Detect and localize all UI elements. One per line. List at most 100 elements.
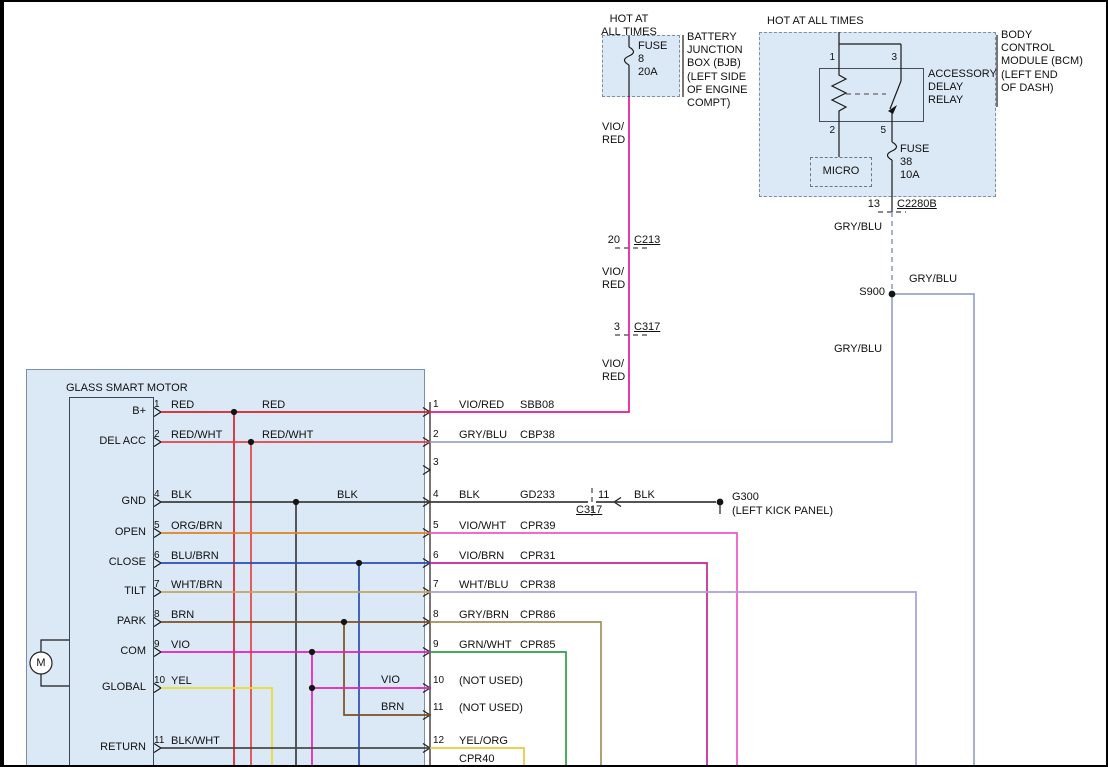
conn-pin-num: 5: [433, 520, 439, 532]
conn-circuit: SBB08: [520, 399, 554, 412]
motor-pin-num: 5: [154, 520, 160, 532]
conn-wire: (NOT USED): [459, 675, 523, 688]
g300-location: (LEFT KICK PANEL): [732, 505, 833, 518]
motor-pin-name: RETURN: [60, 741, 146, 754]
conn-wire: YEL/ORG: [459, 735, 508, 748]
relay-pin-3: 3: [884, 52, 897, 64]
conn-pin-num: 3: [433, 457, 439, 469]
motor-pin-num: 8: [154, 609, 160, 621]
conn-circuit: CPR40: [459, 753, 494, 766]
feed-wire-label-1: VIO/ RED: [602, 121, 625, 147]
motor-pin-wire: BLK/WHT: [171, 735, 220, 748]
motor-pin-num: 7: [154, 579, 160, 591]
motor-pin-name: B+: [60, 405, 146, 418]
motor-title: GLASS SMART MOTOR: [66, 382, 188, 395]
motor-pin-name: DEL ACC: [60, 435, 146, 448]
connector-arrows: [423, 408, 430, 753]
gry-blu-label-1: GRY/BLU: [834, 221, 882, 234]
motor-pin-wire: BLU/BRN: [171, 550, 219, 563]
motor-pin-wire: ORG/BRN: [171, 520, 222, 533]
blk-label-2: BLK: [337, 489, 358, 502]
wire-gry-blu: [430, 294, 974, 767]
c317-mid-name: C317: [576, 504, 602, 517]
relay-pin-2: 2: [822, 125, 835, 137]
wire-gry-brn: [430, 622, 601, 767]
conn-circuit: CPR38: [520, 579, 555, 592]
motor-pin-num: 6: [154, 550, 160, 562]
bjb-hot-label: HOT AT ALL TIMES: [601, 13, 657, 39]
wiring-diagram: HOT AT ALL TIMES FUSE 8 20A BATTERY JUNC…: [0, 0, 1108, 767]
relay-switch-symbol: [890, 68, 901, 122]
motor-pin-wire: VIO: [171, 639, 190, 652]
motor-m-label: M: [34, 657, 48, 670]
bcm-callout: BODY CONTROL MODULE (BCM) (LEFT END OF D…: [1001, 29, 1083, 95]
conn-wire: VIO/WHT: [459, 520, 506, 533]
wire-yel: [161, 688, 272, 767]
conn-wire: GRY/BRN: [459, 609, 509, 622]
motor-pin-wire: RED: [171, 399, 194, 412]
motor-pin-wire: WHT/BRN: [171, 579, 222, 592]
feed-wire-label-2: VIO/ RED: [602, 266, 625, 292]
wire-blk-motor: [161, 502, 430, 767]
gry-blu-label-2: GRY/BLU: [909, 273, 957, 286]
conn-circuit: GD233: [520, 489, 555, 502]
conn-pin-num: 7: [433, 579, 439, 591]
feed-wire-label-3: VIO/ RED: [602, 358, 625, 384]
motor-pin-name: GLOBAL: [60, 681, 146, 694]
c213-pin: 20: [598, 234, 620, 247]
fuse8-symbol: [625, 47, 634, 65]
conn-wire: WHT/BLU: [459, 579, 509, 592]
conn-pin-num: 12: [433, 735, 444, 747]
c317-top-pin: 3: [604, 321, 620, 334]
g300-name: G300: [732, 491, 759, 504]
motor-pin-wire: RED/WHT: [171, 429, 222, 442]
bcm-fuse-label: FUSE 38 10A: [900, 143, 929, 183]
s900-splice-dot: [889, 291, 896, 298]
conn-pin-num: 4: [433, 489, 439, 501]
conn-pin-num: 8: [433, 609, 439, 621]
bjb-callout: BATTERY JUNCTION BOX (BJB) (LEFT SIDE OF…: [687, 31, 748, 110]
conn-circuit: CPR31: [520, 550, 555, 563]
motor-pin-wire: YEL: [171, 675, 192, 688]
conn-wire: BLK: [459, 489, 480, 502]
motor-pin-num: 10: [154, 675, 165, 687]
motor-pin-name: OPEN: [60, 526, 146, 539]
motor-pin-name: COM: [60, 645, 146, 658]
c2280b-name: C2280B: [897, 198, 937, 211]
conn-circuit: CPR85: [520, 639, 555, 652]
motor-pin-num: 2: [154, 429, 160, 441]
relay-pin-5: 5: [873, 125, 886, 137]
bcm-hot-label: HOT AT ALL TIMES: [767, 15, 864, 28]
c2280b-pin: 13: [860, 198, 880, 211]
s900-label: S900: [847, 286, 885, 299]
junction-dots: [231, 291, 896, 692]
motor-pin-num: 11: [154, 735, 164, 747]
wire-vio-red: [430, 97, 629, 412]
bjb-fuse-label: FUSE 8 20A: [638, 40, 667, 80]
c213-name: C213: [634, 234, 660, 247]
conn-pin-num: 11: [433, 702, 443, 714]
motor-pin-wire: BLK: [171, 489, 192, 502]
conn-wire: (NOT USED): [459, 702, 523, 715]
relay-pin-1: 1: [822, 52, 835, 64]
motor-pin-name: PARK: [60, 615, 146, 628]
conn-wire: VIO/BRN: [459, 550, 504, 563]
motor-pin-name: GND: [60, 495, 146, 508]
conn-pin-num: 9: [433, 639, 439, 651]
conn-wire: VIO/RED: [459, 399, 504, 412]
red-label-2: RED: [262, 399, 285, 412]
motor-pin-name: CLOSE: [60, 556, 146, 569]
red-wht-label-2: RED/WHT: [262, 429, 313, 442]
conn-wire: GRN/WHT: [459, 639, 512, 652]
brn-pass-label: BRN: [381, 701, 404, 714]
conn-pin-num: 6: [433, 550, 439, 562]
motor-pin-num: 9: [154, 639, 160, 651]
motor-pin-num: 1: [154, 399, 160, 411]
conn-pin-num: 10: [433, 675, 444, 687]
gry-blu-label-3: GRY/BLU: [834, 343, 882, 356]
relay-coil-symbol: [832, 68, 846, 122]
c317-top-name: C317: [634, 321, 660, 334]
motor-pin-wire: BRN: [171, 609, 194, 622]
conn-pin-num: 1: [433, 399, 439, 411]
c317-mid-pin: 11: [598, 489, 609, 502]
